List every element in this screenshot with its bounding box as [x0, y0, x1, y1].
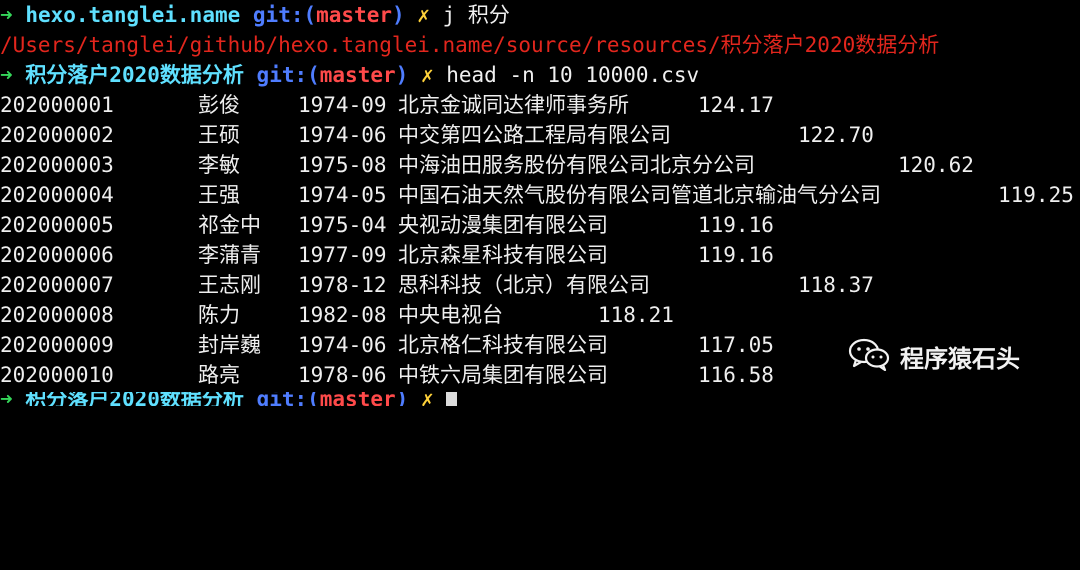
row-score: 119.25 — [998, 183, 1074, 207]
row-score: 119.16 — [698, 213, 774, 237]
git-label: git:( — [252, 3, 317, 27]
row-score: 117.05 — [698, 333, 774, 357]
output-row: 202000006 李蒲青 1977-09 北京森星科技有限公司 119.16 — [0, 240, 774, 270]
row-name: 路亮 — [198, 363, 240, 387]
row-company: 思科科技（北京）有限公司 — [398, 273, 650, 297]
git-label-close: ) — [391, 3, 405, 27]
row-company: 北京格仁科技有限公司 — [398, 333, 608, 357]
row-name: 祁金中 — [198, 213, 261, 237]
prompt-line-1: ➜ hexo.tanglei.name git:(master) ✗ j 积分 — [0, 0, 510, 30]
row-name: 李敏 — [198, 153, 240, 177]
dirty-marker: ✗ — [417, 3, 430, 27]
row-score: 118.37 — [798, 273, 874, 297]
output-row: 202000004 王强 1974-05 中国石油天然气股份有限公司管道北京输油… — [0, 180, 1074, 210]
dirty-marker: ✗ — [420, 63, 434, 87]
text-cursor — [446, 392, 458, 406]
row-id: 202000003 — [0, 153, 114, 177]
watermark-text: 程序猿石头 — [900, 344, 1020, 373]
row-id: 202000008 — [0, 303, 114, 327]
row-date: 1974-09 — [298, 93, 387, 117]
row-company: 中央电视台 — [398, 303, 503, 327]
row-id: 202000001 — [0, 93, 114, 117]
git-branch: master — [316, 3, 392, 27]
git-branch: master — [319, 63, 396, 87]
git-label-close: ) — [395, 392, 409, 406]
row-score: 124.17 — [698, 93, 774, 117]
row-date: 1978-06 — [298, 363, 387, 387]
row-score: 118.21 — [598, 303, 674, 327]
row-score: 119.16 — [698, 243, 774, 267]
row-name: 王强 — [198, 183, 240, 207]
row-date: 1974-06 — [298, 333, 387, 357]
current-directory: hexo.tanglei.name — [25, 3, 241, 27]
output-row: 202000003 李敏 1975-08 中海油田服务股份有限公司北京分公司 1… — [0, 150, 974, 180]
prompt-line-3-clip: ➜ 积分落户2020数据分析 git:(master) ✗ — [0, 392, 458, 406]
row-id: 202000004 — [0, 183, 114, 207]
row-company: 中交第四公路工程局有限公司 — [398, 123, 671, 147]
output-row: 202000002 王硕 1974-06 中交第四公路工程局有限公司 122.7… — [0, 120, 874, 150]
row-company: 中海油田服务股份有限公司北京分公司 — [398, 153, 755, 177]
row-date: 1982-08 — [298, 303, 387, 327]
row-date: 1974-05 — [298, 183, 387, 207]
git-label: git:( — [256, 392, 320, 406]
row-date: 1977-09 — [298, 243, 387, 267]
prompt-arrow: ➜ — [0, 3, 13, 27]
row-id: 202000006 — [0, 243, 114, 267]
row-name: 陈力 — [198, 303, 240, 327]
row-name: 李蒲青 — [198, 243, 261, 267]
row-name: 王志刚 — [198, 273, 261, 297]
row-date: 1978-12 — [298, 273, 387, 297]
command-text: head -n 10 10000.csv — [446, 63, 700, 87]
wechat-icon — [848, 337, 890, 376]
row-score: 120.62 — [898, 153, 974, 177]
row-company: 北京森星科技有限公司 — [398, 243, 608, 267]
row-company: 央视动漫集团有限公司 — [398, 213, 608, 237]
row-name: 彭俊 — [198, 93, 240, 117]
row-date: 1975-04 — [298, 213, 387, 237]
row-company: 中国石油天然气股份有限公司管道北京输油气分公司 — [398, 183, 881, 207]
terminal-window[interactable]: ➜ hexo.tanglei.name git:(master) ✗ j 积分 … — [0, 0, 1080, 406]
current-directory: 积分落户2020数据分析 — [25, 392, 244, 406]
row-company: 中铁六局集团有限公司 — [398, 363, 608, 387]
prompt-line-3: ➜ 积分落户2020数据分析 git:(master) ✗ — [0, 392, 458, 406]
watermark: 程序猿石头 — [848, 338, 1020, 374]
row-score: 116.58 — [698, 363, 774, 387]
dirty-marker: ✗ — [420, 392, 434, 406]
git-label: git:( — [256, 63, 320, 87]
output-row: 202000005 祁金中 1975-04 央视动漫集团有限公司 119.16 — [0, 210, 774, 240]
output-row: 202000008 陈力 1982-08 中央电视台 118.21 — [0, 300, 674, 330]
row-id: 202000010 — [0, 363, 114, 387]
output-row: 202000007 王志刚 1978-12 思科科技（北京）有限公司 118.3… — [0, 270, 874, 300]
output-row: 202000009 封岸巍 1974-06 北京格仁科技有限公司 117.05 — [0, 330, 774, 360]
git-branch: master — [319, 392, 396, 406]
prompt-line-2: ➜ 积分落户2020数据分析 git:(master) ✗ head -n 10… — [0, 60, 699, 90]
row-id: 202000005 — [0, 213, 114, 237]
command-text: j 积分 — [442, 3, 510, 27]
current-directory: 积分落户2020数据分析 — [25, 63, 244, 87]
output-row: 202000010 路亮 1978-06 中铁六局集团有限公司 116.58 — [0, 360, 774, 390]
row-date: 1974-06 — [298, 123, 387, 147]
row-name: 封岸巍 — [198, 333, 261, 357]
row-id: 202000009 — [0, 333, 114, 357]
git-label-close: ) — [395, 63, 409, 87]
row-id: 202000007 — [0, 273, 114, 297]
row-id: 202000002 — [0, 123, 114, 147]
prompt-arrow: ➜ — [0, 392, 13, 406]
row-date: 1975-08 — [298, 153, 387, 177]
output-row: 202000001 彭俊 1974-09 北京金诚同达律师事务所 124.17 — [0, 90, 774, 120]
jump-output: /Users/tanglei/github/hexo.tanglei.name/… — [0, 33, 940, 57]
row-name: 王硕 — [198, 123, 240, 147]
prompt-arrow: ➜ — [0, 63, 13, 87]
row-company: 北京金诚同达律师事务所 — [398, 93, 629, 117]
row-score: 122.70 — [798, 123, 874, 147]
